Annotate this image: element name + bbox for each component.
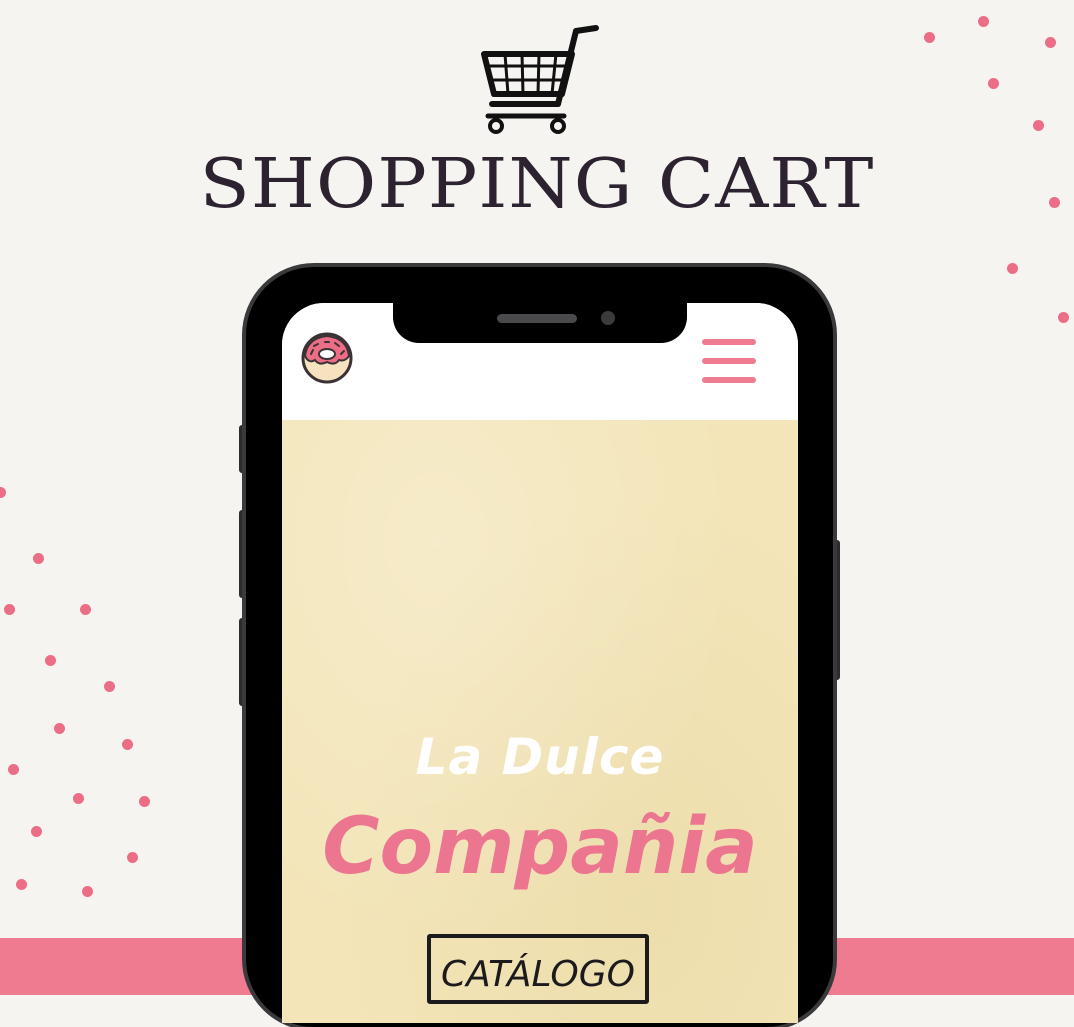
phone-camera: [601, 311, 615, 325]
phone-screen: La Dulce Compañia CATÁLOGO: [282, 303, 798, 1023]
hamburger-menu-icon[interactable]: [702, 339, 758, 387]
dot: [45, 655, 56, 666]
menu-bar: [702, 377, 756, 383]
dot: [1045, 37, 1056, 48]
dot: [73, 793, 84, 804]
dot: [4, 604, 15, 615]
dot: [122, 739, 133, 750]
dot: [1033, 120, 1044, 131]
dot: [0, 487, 6, 498]
phone-notch: [393, 303, 687, 343]
donut-logo-icon[interactable]: [301, 332, 353, 384]
dot: [127, 852, 138, 863]
catalog-button[interactable]: CATÁLOGO: [427, 934, 649, 1004]
dot: [139, 796, 150, 807]
hero-banner: La Dulce Compañia CATÁLOGO: [282, 420, 798, 1023]
donut-logo-graphic: [301, 332, 353, 384]
dot: [80, 604, 91, 615]
shopping-cart-icon: [478, 22, 602, 136]
dot: [1058, 312, 1069, 323]
dot: [16, 879, 27, 890]
hero-title-line1: La Dulce: [415, 728, 665, 786]
dot: [1007, 263, 1018, 274]
dot: [104, 681, 115, 692]
dot: [988, 78, 999, 89]
menu-bar: [702, 358, 756, 364]
menu-bar: [702, 339, 756, 345]
dot: [33, 553, 44, 564]
dot: [8, 764, 19, 775]
phone-speaker: [497, 314, 577, 323]
dot: [978, 16, 989, 27]
dot: [924, 32, 935, 43]
dot: [82, 886, 93, 897]
shopping-cart-icon-graphic: [481, 25, 599, 134]
page-title: SHOPPING CART: [199, 145, 875, 224]
dot: [31, 826, 42, 837]
hero-title-line2: Compañia: [322, 802, 758, 892]
dot: [54, 723, 65, 734]
